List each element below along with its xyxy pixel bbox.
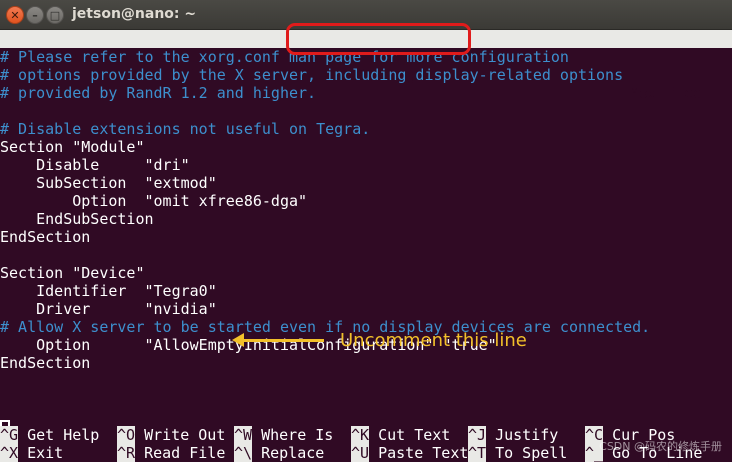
shortcut-key: ^W <box>234 426 253 444</box>
shortcut-item: ^T To Spell <box>468 444 567 462</box>
shortcut-label: Get Help <box>18 426 100 444</box>
config-line: Disable "dri" <box>0 156 190 174</box>
shortcut-label: Paste Text <box>369 444 469 462</box>
editor-text-area[interactable]: # Please refer to the xorg.conf man page… <box>0 48 732 372</box>
shortcut-key: ^\ <box>234 444 253 462</box>
maximize-window-button[interactable]: □ <box>46 6 64 24</box>
shortcut-item: ^K Cut Text <box>351 426 450 444</box>
shortcut-item: ^U Paste Text <box>351 444 468 462</box>
config-line: EndSection <box>0 354 91 372</box>
shortcut-item: ^\ Replace <box>234 444 324 462</box>
comment-line: # options provided by the X server, incl… <box>0 66 624 84</box>
shortcut-key: ^U <box>351 444 370 462</box>
shortcut-item: ^J Justify <box>468 426 558 444</box>
comment-line: # provided by RandR 1.2 and higher. <box>0 84 317 102</box>
minimize-icon: – <box>32 8 38 22</box>
close-icon: ✕ <box>10 8 20 22</box>
config-line: Identifier "Tegra0" <box>0 282 217 300</box>
shortcut-key: ^T <box>468 444 487 462</box>
close-window-button[interactable]: ✕ <box>6 6 24 24</box>
maximize-icon: □ <box>49 8 61 22</box>
shortcut-item: ^G Get Help <box>0 426 99 444</box>
shortcut-key: ^O <box>117 426 136 444</box>
config-line <box>0 246 732 264</box>
shortcut-key: ^R <box>117 444 136 462</box>
terminal-area[interactable]: GNU nano 4.8 /etc/X11/xorg.conf Modified… <box>0 30 732 462</box>
config-line: EndSection <box>0 228 91 246</box>
shortcut-item: ^R Read File <box>117 444 225 462</box>
minimize-window-button[interactable]: – <box>26 6 44 24</box>
shortcut-key: ^K <box>351 426 370 444</box>
config-line: Option "omit xfree86-dga" <box>0 192 308 210</box>
config-line: SubSection "extmod" <box>0 174 217 192</box>
shortcut-key: ^G <box>0 426 19 444</box>
arrow-left-icon <box>232 332 244 347</box>
config-line: Section "Device" <box>0 264 145 282</box>
shortcut-label: Replace <box>252 444 325 462</box>
window-title: jetson@nano: ~ <box>72 6 197 22</box>
config-line <box>0 102 732 120</box>
config-line: Section "Module" <box>0 138 145 156</box>
config-line: EndSubSection <box>0 210 154 228</box>
annotation-callout: Uncomment this line <box>232 328 527 352</box>
shortcut-label: Read File <box>135 444 226 462</box>
shortcut-key: ^X <box>0 444 19 462</box>
shortcut-label: Write Out <box>135 426 226 444</box>
shortcut-label: Cut Text <box>369 426 451 444</box>
shortcut-label: Where Is <box>252 426 334 444</box>
comment-line: # Disable extensions not useful on Tegra… <box>0 120 371 138</box>
shortcut-item: ^X Exit <box>0 444 63 462</box>
annotation-arrow <box>232 332 324 347</box>
shortcut-label: Justify <box>486 426 559 444</box>
filename-highlight-box <box>286 23 471 55</box>
annotation-text: Uncomment this line <box>340 329 527 351</box>
shortcut-item: ^O Write Out <box>117 426 225 444</box>
watermark-text: CSDN @码农的修炼手册 <box>599 440 722 453</box>
shortcut-label: To Spell <box>486 444 568 462</box>
shortcut-item: ^W Where Is <box>234 426 333 444</box>
config-line: Driver "nvidia" <box>0 300 217 318</box>
shortcut-label: Exit <box>18 444 64 462</box>
shortcut-key: ^J <box>468 426 487 444</box>
